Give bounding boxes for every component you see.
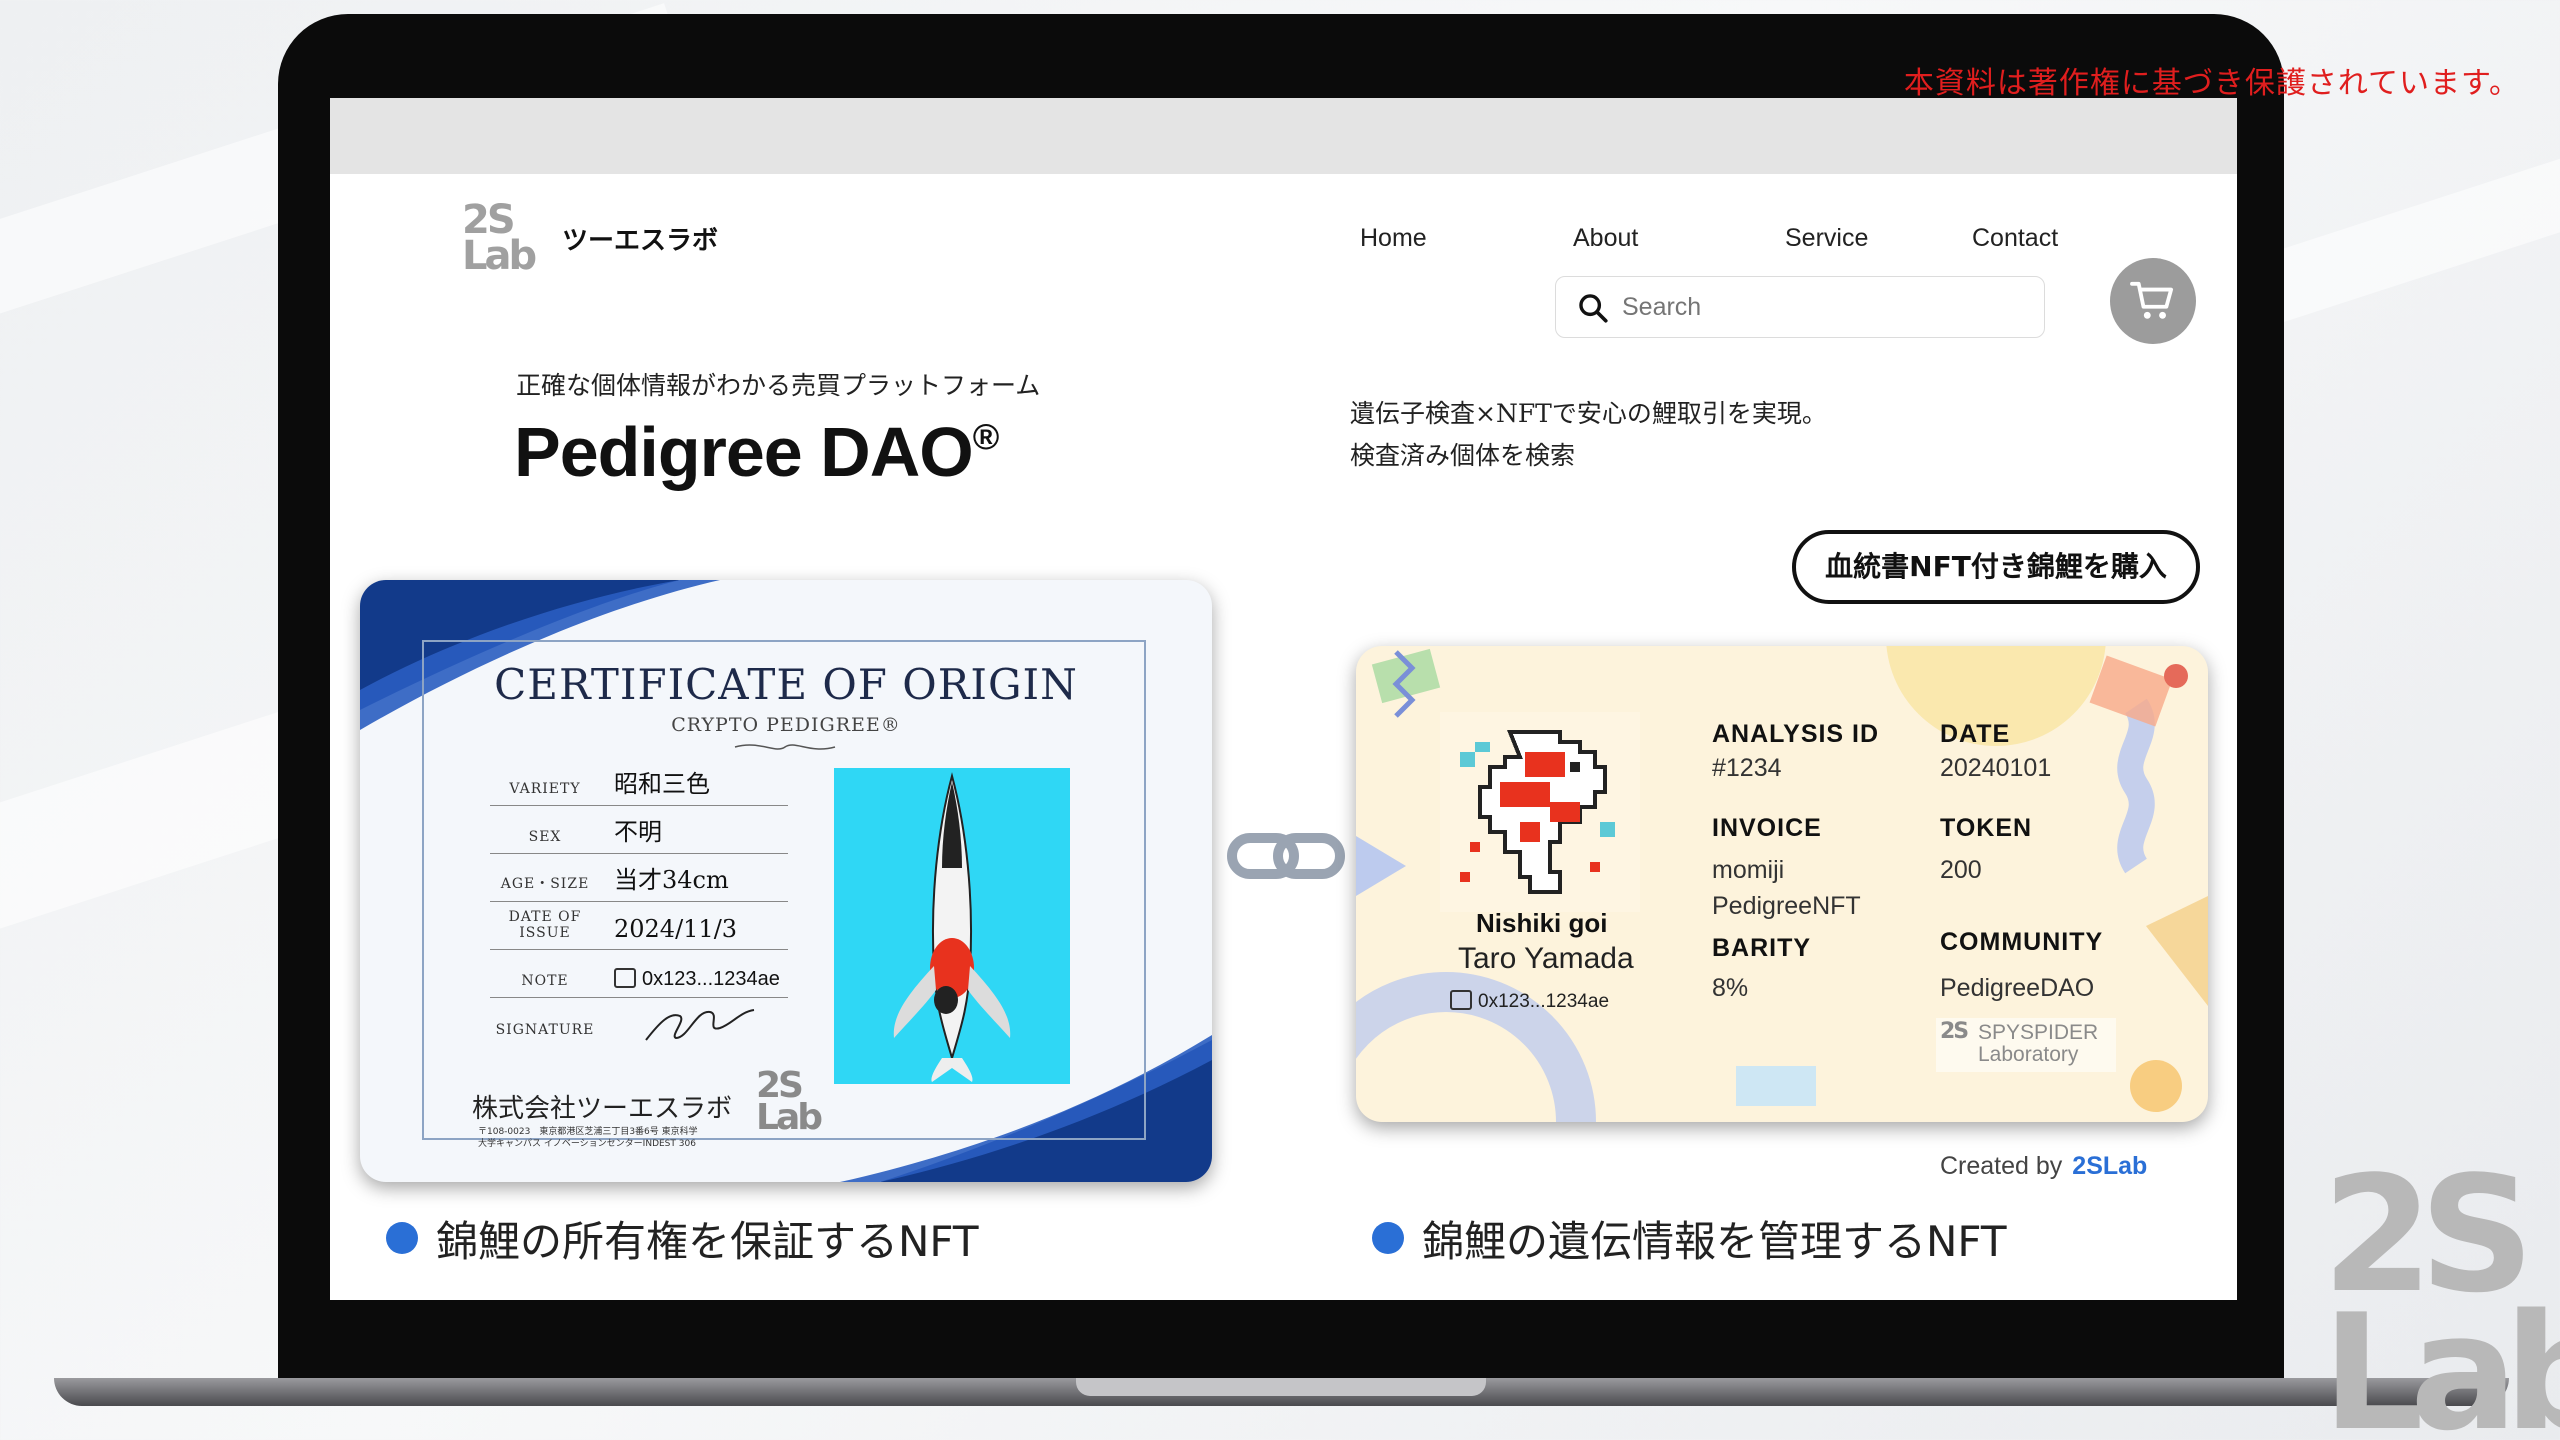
ornament-divider-icon <box>734 744 836 750</box>
invoice-value: momiji <box>1712 856 1785 884</box>
buy-pedigree-koi-button[interactable]: 血統書NFT付き錦鯉を購入 <box>1792 530 2200 604</box>
koi-photo <box>834 768 1070 1084</box>
cert-row-signature: SIGNATURE <box>490 998 788 1046</box>
koi-fish-image <box>893 772 1011 1082</box>
certificate-subtitle: CRYPTO PEDIGREE® <box>671 714 901 736</box>
token-value: 200 <box>1940 856 1982 884</box>
browser-screen: 2S Lab ツーエスラボ Home About Service Contact… <box>330 98 2237 1300</box>
cart-icon <box>2130 281 2174 319</box>
registered-mark: ® <box>972 416 1000 457</box>
laptop-base-notch <box>1076 1378 1486 1396</box>
token-label: TOKEN <box>1940 814 2033 842</box>
bullet-dot-icon <box>386 1222 418 1254</box>
date-value: 20240101 <box>1940 754 2052 782</box>
certificate-title: CERTIFICATE OF ORIGIN <box>494 660 1078 709</box>
barity-value: 8% <box>1712 974 1749 1002</box>
brand-name[interactable]: ツーエスラボ <box>562 220 718 257</box>
analysis-id-label: ANALYSIS ID <box>1712 720 1880 748</box>
invoice-value: PedigreeNFT <box>1712 892 1861 920</box>
search-input[interactable] <box>1622 277 2032 337</box>
certificate-card[interactable]: CERTIFICATE OF ORIGIN CRYPTO PEDIGREE® V… <box>360 580 1212 1182</box>
wallet-icon <box>1450 990 1472 1010</box>
barity-label: BARITY <box>1712 934 1812 962</box>
bullet-dot-icon <box>1372 1222 1404 1254</box>
wallet-icon <box>614 968 636 988</box>
certificate-address: 〒108-0023 東京都港区芝浦三丁目3番6号 東京科学 大学キャンパス イノ… <box>478 1127 698 1149</box>
nft-owner-name: Taro Yamada <box>1458 942 1634 975</box>
cert-row-sex: SEX 不明 <box>490 806 788 854</box>
browser-toolbar <box>330 98 2237 174</box>
community-label: COMMUNITY <box>1940 928 2104 956</box>
signature-mark <box>645 1009 755 1041</box>
cert-row-note: NOTE 0x123...1234ae <box>490 950 788 998</box>
nft-koi-name: Nishiki goi <box>1476 908 1608 938</box>
search-icon <box>1579 294 1608 323</box>
cert-row-variety: VARIETY 昭和三色 <box>490 758 788 806</box>
caption-genetic-nft: 錦鯉の遺伝情報を管理するNFT <box>1372 1208 2007 1269</box>
caption-ownership-nft: 錦鯉の所有権を保証するNFT <box>386 1208 979 1269</box>
search-box[interactable] <box>1555 276 2045 338</box>
nav-service[interactable]: Service <box>1785 224 1868 253</box>
nft-wallet-address[interactable]: 0x123...1234ae <box>1450 990 1609 1013</box>
cert-row-date-of-issue: DATE OF ISSUE 2024/11/3 <box>490 902 788 950</box>
copyright-notice: 本資料は著作権に基づき保護されています。 <box>1903 66 2520 101</box>
nav-contact[interactable]: Contact <box>1972 224 2058 253</box>
created-by-brand[interactable]: 2SLab <box>2072 1152 2147 1180</box>
hero-description-line: 遺伝子検査×NFTで安心の鯉取引を実現。 <box>1350 399 1827 428</box>
nft-card[interactable]: Nishiki goi Taro Yamada 0x123...1234ae A… <box>1356 646 2208 1122</box>
nav-about[interactable]: About <box>1573 224 1638 253</box>
link-icon <box>1227 833 1345 879</box>
page-title: Pedigree DAO® <box>514 413 1000 491</box>
hero-tagline: 正確な個体情報がわかる売買プラットフォーム <box>516 371 1041 400</box>
certificate-logo: 2S Lab <box>756 1065 823 1138</box>
hero-description-line: 検査済み個体を検索 <box>1350 441 1576 470</box>
community-value: PedigreeDAO <box>1940 974 2095 1002</box>
brand-logo[interactable]: 2S Lab <box>462 200 537 278</box>
nft-pixel-koi-image <box>1440 712 1640 912</box>
spyspider-laboratory-logo: 2S SPYSPIDER Laboratory <box>1936 1018 2116 1072</box>
created-by-credit: Created by 2SLab <box>1940 1152 2148 1180</box>
certificate-company: 株式会社ツーエスラボ <box>472 1094 733 1124</box>
analysis-id-value: #1234 <box>1712 754 1782 782</box>
cert-row-age-size: AGE・SIZE 当才34cm <box>490 854 788 902</box>
nav-home[interactable]: Home <box>1360 224 1427 253</box>
watermark-logo: 2S Lab <box>2322 1141 2560 1440</box>
cart-button[interactable] <box>2110 258 2196 344</box>
date-label: DATE <box>1940 720 2011 748</box>
invoice-label: INVOICE <box>1712 814 1822 842</box>
